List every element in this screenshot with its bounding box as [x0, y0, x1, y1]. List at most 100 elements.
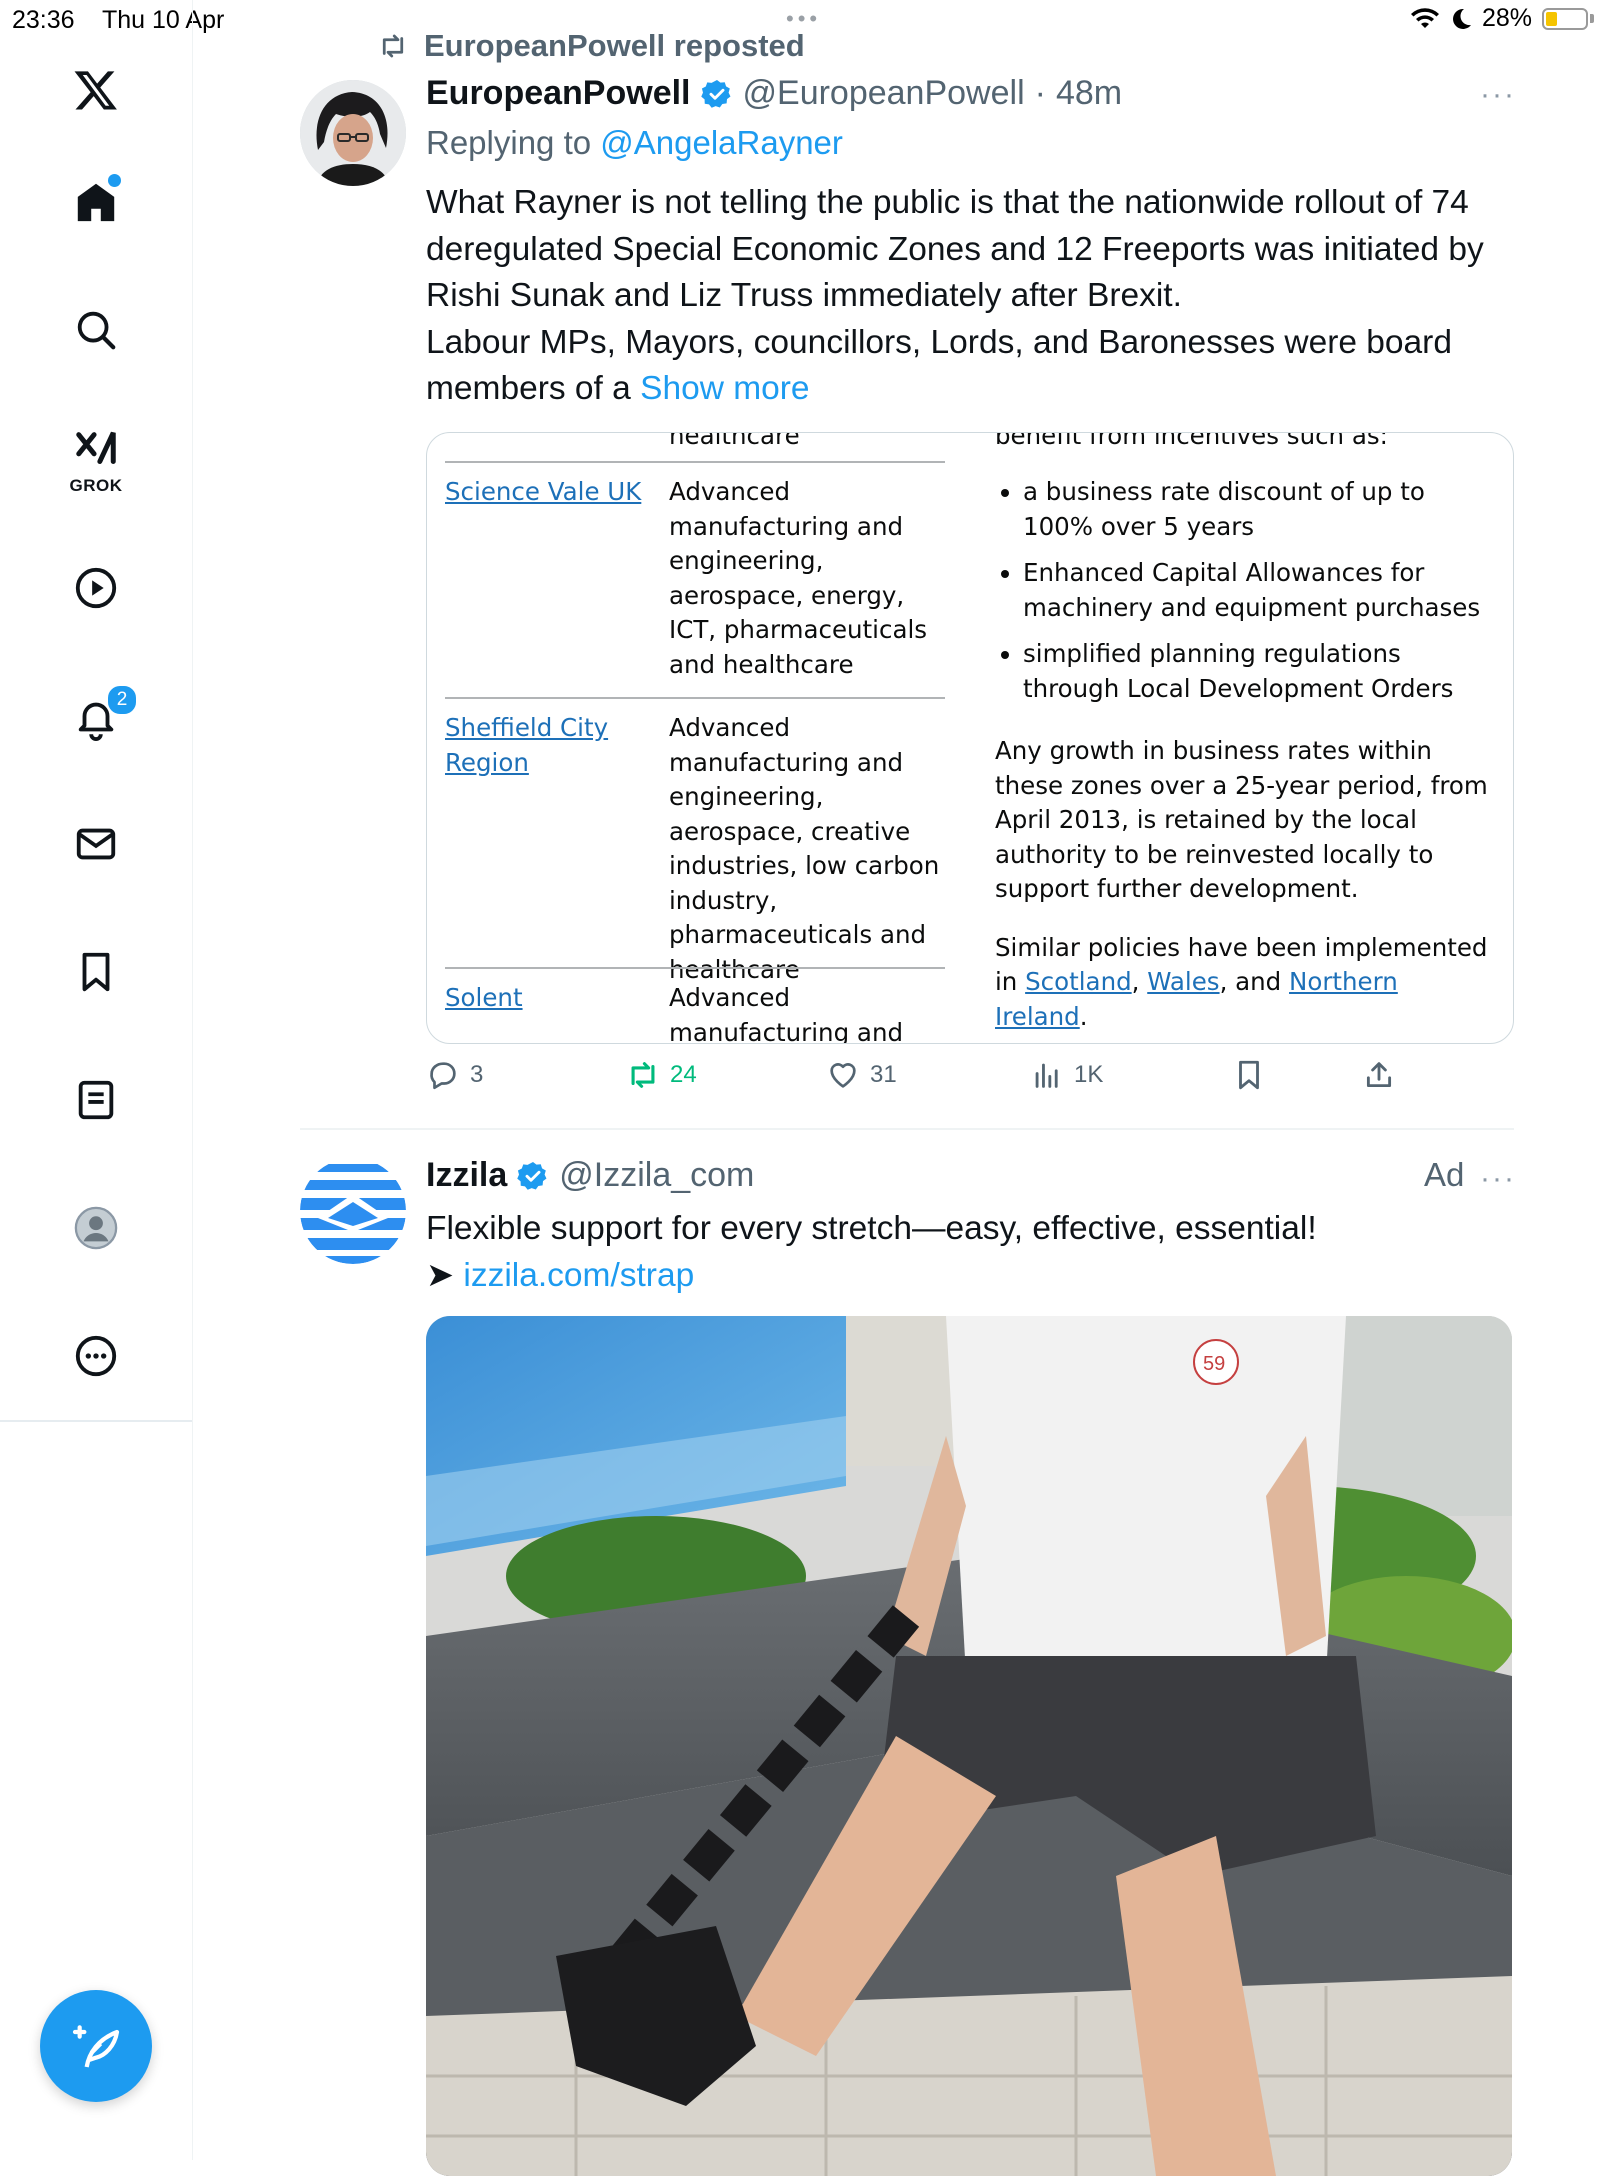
tweet-text: What Rayner is not telling the public is…	[426, 180, 1516, 413]
reply-count: 3	[470, 1061, 484, 1088]
ad-video-frame: 59	[426, 1316, 1512, 2176]
replying-to: Replying to @AngelaRayner	[426, 124, 843, 162]
tweet-actions: 3 24 31 1K	[426, 1058, 1512, 1108]
doc-row-link: Solent	[445, 983, 523, 1012]
battery-percent: 28%	[1481, 4, 1532, 32]
doc-bullet: simplified planning regulations through …	[1023, 637, 1495, 706]
advertiser-avatar[interactable]	[300, 1158, 406, 1264]
x-logo-icon	[74, 71, 117, 110]
compose-post-button[interactable]	[40, 1990, 152, 2102]
nav-video[interactable]	[64, 556, 128, 620]
doc-row-desc: Advanced manufacturing and engineering, …	[669, 477, 928, 679]
verified-badge-icon	[700, 79, 730, 108]
ad-link-line: ➤ izzila.com/strap	[426, 1253, 1516, 1300]
doc-link-scotland: Scotland	[1025, 967, 1132, 996]
jersey-number: 59	[1203, 1353, 1225, 1375]
profile-avatar-icon	[74, 1206, 118, 1250]
bookmark-button[interactable]	[1232, 1058, 1266, 1092]
repost-icon	[382, 34, 404, 58]
compose-feather-icon	[72, 2025, 120, 2068]
search-icon	[77, 311, 116, 350]
doc-cut-text-right: benefit from incentives such as:	[995, 432, 1388, 450]
bookmark-icon	[1239, 1060, 1259, 1090]
tweet-more-button[interactable]: ···	[1480, 78, 1516, 112]
list-icon	[78, 1080, 114, 1120]
play-icon	[75, 567, 117, 609]
replying-to-handle[interactable]: @AngelaRayner	[600, 124, 843, 161]
nav-bookmarks[interactable]	[64, 940, 128, 1004]
nav-profile[interactable]	[64, 1196, 128, 1260]
reply-button[interactable]: 3	[426, 1058, 483, 1092]
reply-icon	[430, 1062, 456, 1090]
doc-table-rule	[445, 967, 945, 969]
nav-messages[interactable]	[64, 812, 128, 876]
izzila-logo	[300, 1158, 406, 1264]
doc-paragraph-similar: Similar policies have been implemented i…	[995, 931, 1495, 1035]
x-logo[interactable]	[64, 58, 128, 122]
like-count: 31	[870, 1061, 897, 1088]
tweet-text-paragraph-2-body: Labour MPs, Mayors, councillors, Lords, …	[426, 323, 1452, 408]
author-name[interactable]: EuropeanPowell	[426, 74, 691, 113]
advertiser-name[interactable]: Izzila	[426, 1156, 507, 1195]
tweet-header: EuropeanPowell @EuropeanPowell · 48m	[426, 74, 1122, 113]
doc-row-name: Sheffield City Region	[445, 711, 645, 780]
grok-label: GROK	[69, 476, 123, 495]
sidebar: GROK 2	[0, 0, 193, 2160]
author-avatar[interactable]	[300, 80, 406, 186]
ad-more-button[interactable]: ···	[1480, 1162, 1516, 1196]
verified-badge-icon	[517, 1161, 547, 1190]
nav-grok[interactable]	[64, 418, 128, 482]
doc-right-column: a business rate discount of up to 100% o…	[995, 475, 1495, 1043]
ad-video[interactable]: 59	[426, 1316, 1512, 2176]
ad-label: Ad	[1424, 1156, 1465, 1193]
repost-label: EuropeanPowell reposted	[424, 28, 805, 63]
doc-row-desc: Advanced manufacturing and	[669, 983, 904, 1044]
doc-table-rule	[445, 697, 945, 699]
doc-row-name: Science Vale UK	[445, 475, 641, 510]
nav-notifications[interactable]: 2	[64, 684, 138, 750]
bookmark-icon	[82, 952, 110, 992]
views-button[interactable]: 1K	[1030, 1058, 1103, 1092]
replying-prefix: Replying to	[426, 124, 601, 161]
advertiser-handle[interactable]: @Izzila_com	[559, 1156, 754, 1195]
ad-text: Flexible support for every stretch—easy,…	[426, 1206, 1516, 1299]
separator-dot: ·	[1034, 74, 1046, 112]
doc-row-link: Science Vale UK	[445, 477, 642, 506]
doc-row-link: Sheffield City Region	[445, 713, 609, 777]
view-count: 1K	[1074, 1061, 1104, 1088]
nav-search[interactable]	[64, 298, 128, 362]
nav-more[interactable]	[64, 1324, 128, 1388]
tweet-text-paragraph-2: Labour MPs, Mayors, councillors, Lords, …	[426, 320, 1516, 413]
battery-icon	[1542, 7, 1588, 30]
doc-bullet: a business rate discount of up to 100% o…	[1023, 475, 1495, 544]
attached-document-image[interactable]: healthcare Science Vale UK Advanced manu…	[426, 432, 1514, 1044]
author-handle[interactable]: @EuropeanPowell	[743, 74, 1025, 113]
doc-row-desc: Advanced manufacturing and engineering, …	[669, 713, 940, 984]
show-more-link[interactable]: Show more	[640, 370, 809, 407]
doc-row-name: Solent	[445, 981, 523, 1016]
tweet-separator	[300, 1128, 1514, 1130]
doc-link-wales: Wales	[1147, 967, 1220, 996]
nav-lists[interactable]	[64, 1068, 128, 1132]
doc-text: , and	[1219, 967, 1290, 996]
like-button[interactable]: 31	[826, 1058, 897, 1092]
arrow-glyph: ➤	[426, 1256, 464, 1294]
doc-incentives-list: a business rate discount of up to 100% o…	[995, 475, 1495, 706]
nav-home[interactable]	[64, 170, 128, 234]
notifications-badge: 2	[106, 684, 138, 716]
doc-paragraph: Any growth in business rates within thes…	[995, 736, 1488, 903]
ad-link[interactable]: izzila.com/strap	[463, 1257, 694, 1294]
doc-bullet: Enhanced Capital Allowances for machiner…	[1023, 556, 1495, 625]
mail-icon	[76, 828, 116, 860]
author-photo	[300, 80, 406, 186]
ad-text-body: Flexible support for every stretch—easy,…	[426, 1210, 1317, 1247]
doc-text: ,	[1131, 967, 1148, 996]
repost-button[interactable]: 24	[626, 1058, 697, 1092]
doc-text: .	[1079, 1001, 1088, 1031]
repost-context[interactable]: EuropeanPowell reposted	[376, 28, 805, 64]
ad-header: Izzila @Izzila_com	[426, 1156, 754, 1195]
analytics-icon	[1035, 1063, 1058, 1088]
repost-count: 24	[670, 1061, 697, 1088]
post-time[interactable]: 48m	[1056, 74, 1122, 113]
share-button[interactable]	[1362, 1058, 1396, 1092]
